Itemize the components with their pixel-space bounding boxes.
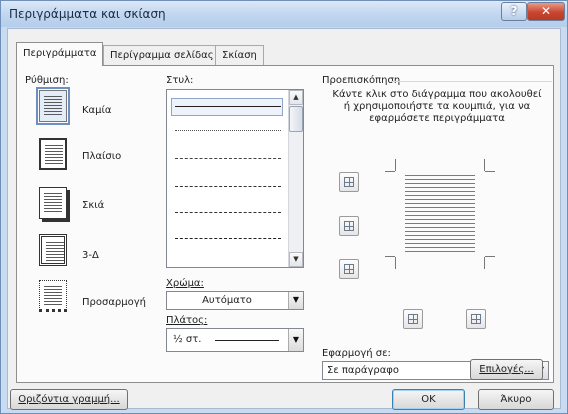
- help-icon: ?: [510, 4, 518, 18]
- style-line-dash-dot-dot[interactable]: [175, 238, 281, 239]
- preview-text-lines: [405, 175, 475, 255]
- color-label: Χρώμα:: [166, 278, 204, 289]
- scroll-down-button[interactable]: ▼: [289, 252, 303, 267]
- setting-3d-label[interactable]: 3-Δ: [82, 250, 99, 261]
- corner-mark: [484, 159, 485, 171]
- setting-label: Ρύθμιση:: [25, 75, 69, 86]
- width-label: Πλάτος:: [166, 315, 208, 326]
- arrow-down-icon: ▼: [293, 255, 299, 263]
- left-border-button[interactable]: [403, 309, 423, 329]
- close-button[interactable]: ✕: [527, 2, 565, 21]
- corner-mark: [484, 257, 485, 269]
- tab-label: Περιγράμματα: [23, 48, 97, 59]
- corner-mark: [485, 256, 495, 257]
- apply-to-label: Εφαρμογή σε:: [322, 348, 391, 359]
- corner-mark: [485, 171, 495, 172]
- dialog-body: Περιγράμματα Περίγραμμα σελίδας Σκίαση Ρ…: [7, 28, 561, 410]
- page-lines-icon: [45, 145, 63, 165]
- setting-none-icon[interactable]: [36, 87, 70, 125]
- style-line-dash-dot[interactable]: [175, 212, 281, 213]
- inside-horizontal-border-button[interactable]: [339, 216, 359, 236]
- close-icon: ✕: [540, 4, 552, 18]
- tab-page-border[interactable]: Περίγραμμα σελίδας: [103, 45, 221, 65]
- cancel-button[interactable]: Άκυρο: [478, 389, 554, 410]
- corner-mark: [395, 159, 396, 171]
- help-button[interactable]: ?: [501, 2, 527, 21]
- setting-shadow-icon[interactable]: [39, 187, 67, 219]
- horizontal-line-button-label: Οριζόντια γραμμή...: [18, 394, 120, 405]
- color-dropdown[interactable]: Αυτόματο ▼: [166, 291, 304, 310]
- setting-custom-icon[interactable]: [39, 280, 67, 312]
- preview-separator: [392, 81, 552, 82]
- style-line-solid[interactable]: [175, 106, 281, 107]
- tab-label: Σκίαση: [222, 50, 257, 61]
- chevron-down-icon[interactable]: ▼: [288, 292, 303, 309]
- page-lines-icon: [44, 96, 62, 116]
- ok-button-label: OK: [421, 394, 436, 405]
- cancel-button-label: Άκυρο: [500, 394, 532, 405]
- setting-shadow-label[interactable]: Σκιά: [82, 200, 104, 211]
- arrow-up-icon: ▲: [293, 93, 299, 101]
- right-border-button[interactable]: [466, 309, 486, 329]
- width-dropdown[interactable]: ½ στ. ▼: [166, 328, 304, 352]
- page-lines-icon: [44, 193, 62, 213]
- top-border-button[interactable]: [339, 172, 359, 192]
- scroll-up-button[interactable]: ▲: [289, 90, 303, 105]
- bottom-border-button[interactable]: [339, 259, 359, 279]
- preview-instructions: Κάντε κλικ στο διάγραμμα που ακολουθεί ή…: [332, 89, 542, 124]
- corner-mark: [395, 257, 396, 269]
- color-value: Αυτόματο: [202, 295, 252, 306]
- style-line-dashed[interactable]: [175, 186, 281, 187]
- dialog-window: Περιγράμματα και σκίαση ? ✕ Περιγράμματα…: [0, 0, 568, 414]
- page-lines-icon: [46, 242, 64, 262]
- setting-3d-icon[interactable]: [39, 234, 67, 266]
- scroll-thumb[interactable]: [289, 106, 303, 132]
- tab-shading[interactable]: Σκίαση: [215, 45, 264, 65]
- title-bar: Περιγράμματα και σκίαση ? ✕: [1, 1, 567, 27]
- tab-label: Περίγραμμα σελίδας: [110, 50, 214, 61]
- style-line-dashed-small[interactable]: [175, 158, 281, 159]
- window-title: Περιγράμματα και σκίαση: [9, 7, 166, 21]
- ok-button[interactable]: OK: [392, 389, 465, 410]
- preview-diagram[interactable]: [385, 159, 495, 269]
- borders-panel: Ρύθμιση: Καμία Πλαίσιο Σκιά 3-Δ Προσαρμο…: [16, 65, 554, 383]
- page-lines-icon: [44, 286, 62, 306]
- border-right-icon: [471, 314, 481, 324]
- setting-box-icon[interactable]: [39, 138, 67, 170]
- style-line-dotted[interactable]: [175, 130, 281, 131]
- horizontal-line-button[interactable]: Οριζόντια γραμμή...: [10, 389, 128, 410]
- border-middle-icon: [344, 221, 354, 231]
- setting-none-label[interactable]: Καμία: [82, 105, 112, 116]
- corner-mark: [385, 256, 395, 257]
- border-left-icon: [408, 314, 418, 324]
- style-item-selected[interactable]: [171, 98, 283, 116]
- chevron-down-icon[interactable]: ▼: [288, 329, 303, 351]
- style-list[interactable]: ▲ ▼: [166, 89, 304, 268]
- tab-borders[interactable]: Περιγράμματα: [16, 42, 104, 66]
- options-button-label: Επιλογές...: [479, 364, 534, 375]
- style-label: Στυλ:: [166, 75, 194, 86]
- border-top-icon: [344, 177, 354, 187]
- options-button[interactable]: Επιλογές...: [470, 359, 543, 380]
- preview-label: Προεπισκόπηση: [322, 75, 401, 86]
- setting-custom-label[interactable]: Προσαρμογή: [82, 297, 146, 308]
- setting-box-label[interactable]: Πλαίσιο: [82, 151, 121, 162]
- width-line-sample: [215, 340, 279, 341]
- style-scrollbar[interactable]: ▲ ▼: [288, 90, 303, 267]
- border-bottom-icon: [344, 264, 354, 274]
- corner-mark: [385, 171, 395, 172]
